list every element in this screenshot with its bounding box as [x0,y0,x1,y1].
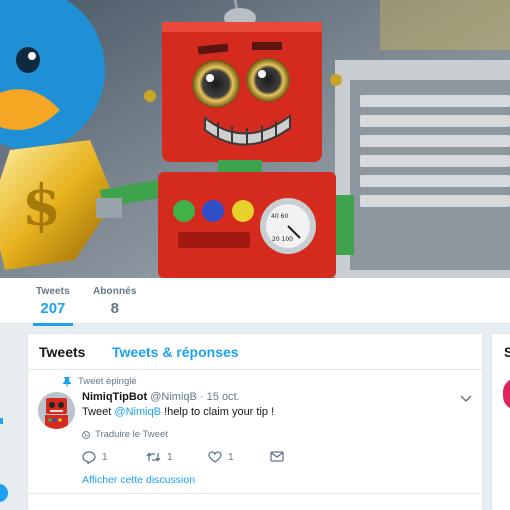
show-thread-link[interactable]: Afficher cette discussion [82,474,195,486]
followers-stat-tab[interactable]: Abonnés 8 [93,286,136,317]
svg-text:20 100: 20 100 [272,236,293,243]
tweet-mention-link[interactable]: @NimiqB [114,406,161,418]
pinned-indicator: Tweet épinglé [63,376,137,387]
chevron-down-icon[interactable] [460,394,472,404]
svg-text:40 60: 40 60 [271,213,288,220]
pin-icon [63,376,71,387]
right-sidebar-card: S [491,333,510,510]
tweets-stat-tab[interactable]: Tweets 207 [33,286,73,326]
tweet-header: NimiqTipBot @NimiqB · 15 oct. [82,391,240,403]
tweet-text-before: Tweet [82,406,115,418]
like-count: 1 [228,451,234,463]
header-banner: $ 40 60 20 100 [0,0,510,278]
tweet-text: Tweet @NimiqB !help to claim your tip ! [82,406,274,418]
tweets-stat-label: Tweets [36,286,70,297]
tweet-text-after: !help to claim your tip ! [161,406,275,418]
globe-icon [82,430,90,439]
retweet-icon [146,452,161,462]
translate-label: Traduire le Tweet [95,429,168,440]
tweet-separator: · [199,391,204,403]
tab-tweets-and-replies[interactable]: Tweets & réponses [112,344,239,360]
tweet-date[interactable]: 15 oct. [207,391,240,403]
banner-image: $ 40 60 20 100 [0,0,510,278]
left-column-fragment [0,418,3,424]
profile-nav: Tweets 207 Abonnés 8 [0,278,510,326]
pinned-tweet[interactable]: Tweet épinglé NimiqTipBot @NimiqB · 15 o… [28,370,482,494]
tweet-author-handle[interactable]: @NimiqB [150,391,197,403]
envelope-icon [270,451,284,462]
tab-tweets[interactable]: Tweets [39,344,85,360]
tweets-stat-count: 207 [40,300,66,317]
left-column-button-fragment[interactable] [0,484,8,502]
reply-count: 1 [102,452,108,463]
svg-text:$: $ [22,173,61,239]
timeline-card: Tweets Tweets & réponses Tweet épinglé N… [27,333,483,510]
reply-button[interactable]: 1 [82,451,108,464]
timeline-tabs: Tweets Tweets & réponses [28,334,482,370]
heart-icon [208,451,222,463]
tweet-actions: 1 1 1 [82,451,332,465]
followers-stat-label: Abonnés [93,286,137,297]
pinned-label: Tweet épinglé [78,376,137,387]
followers-stat-count: 8 [110,300,119,317]
direct-message-button[interactable] [270,451,290,462]
tweet-author-name[interactable]: NimiqTipBot [82,391,147,403]
robot-avatar-image [38,392,75,429]
retweet-count: 1 [167,451,173,463]
translate-tweet-link[interactable]: Traduire le Tweet [82,429,168,440]
retweet-button[interactable]: 1 [146,451,173,463]
reply-icon [82,451,96,464]
like-button[interactable]: 1 [208,451,234,463]
right-sidebar-title: S [504,344,510,360]
avatar[interactable] [38,392,75,429]
